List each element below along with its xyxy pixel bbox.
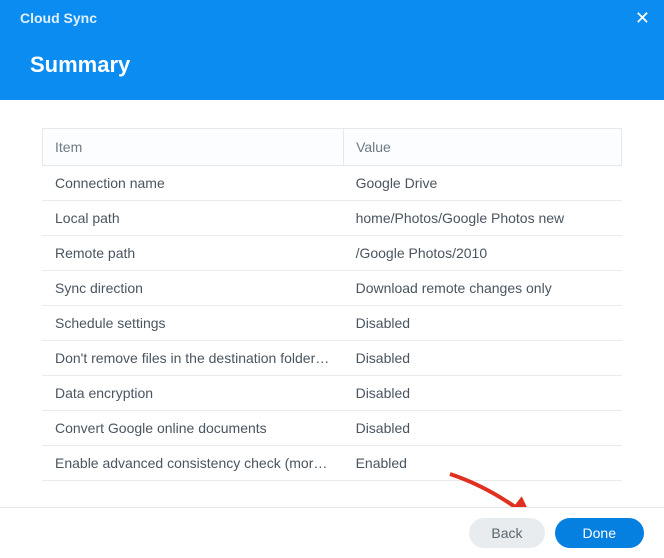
page-title: Summary: [30, 52, 644, 78]
row-item: Don't remove files in the destination fo…: [43, 341, 344, 376]
row-item: Local path: [43, 201, 344, 236]
col-header-value: Value: [344, 129, 622, 166]
table-row: Remote path/Google Photos/2010: [43, 236, 622, 271]
table-row: Local pathhome/Photos/Google Photos new: [43, 201, 622, 236]
row-item: Convert Google online documents: [43, 411, 344, 446]
row-item: Data encryption: [43, 376, 344, 411]
summary-table: Item Value Connection nameGoogle DriveLo…: [42, 128, 622, 481]
content-area: Item Value Connection nameGoogle DriveLo…: [0, 100, 664, 491]
row-item: Enable advanced consistency check (more …: [43, 446, 344, 481]
col-header-item: Item: [43, 129, 344, 166]
row-value: Download remote changes only: [344, 271, 622, 306]
table-row: Convert Google online documentsDisabled: [43, 411, 622, 446]
row-value: Disabled: [344, 411, 622, 446]
done-button[interactable]: Done: [555, 518, 644, 548]
row-item: Remote path: [43, 236, 344, 271]
row-value: home/Photos/Google Photos new: [344, 201, 622, 236]
table-row: Don't remove files in the destination fo…: [43, 341, 622, 376]
row-item: Connection name: [43, 166, 344, 201]
row-value: Disabled: [344, 341, 622, 376]
header-bar: Cloud Sync ✕ Summary: [0, 0, 664, 100]
row-value: Enabled: [344, 446, 622, 481]
table-row: Data encryptionDisabled: [43, 376, 622, 411]
row-value: Disabled: [344, 306, 622, 341]
back-button[interactable]: Back: [469, 518, 544, 548]
table-row: Schedule settingsDisabled: [43, 306, 622, 341]
table-row: Connection nameGoogle Drive: [43, 166, 622, 201]
footer-bar: Back Done: [0, 507, 664, 558]
close-icon[interactable]: ✕: [635, 8, 650, 29]
row-item: Schedule settings: [43, 306, 344, 341]
table-row: Enable advanced consistency check (more …: [43, 446, 622, 481]
row-value: Google Drive: [344, 166, 622, 201]
row-value: Disabled: [344, 376, 622, 411]
app-title: Cloud Sync: [20, 10, 644, 26]
row-item: Sync direction: [43, 271, 344, 306]
row-value: /Google Photos/2010: [344, 236, 622, 271]
table-row: Sync directionDownload remote changes on…: [43, 271, 622, 306]
